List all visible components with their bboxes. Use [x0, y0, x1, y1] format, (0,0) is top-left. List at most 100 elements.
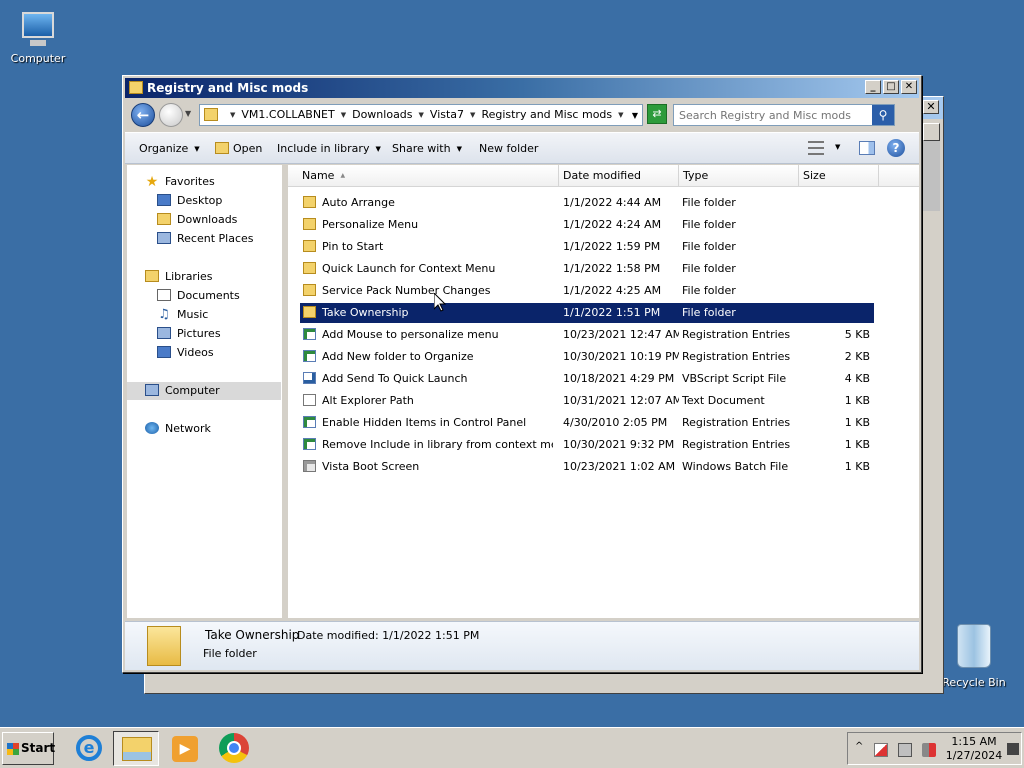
- breadcrumb-item[interactable]: Registry and Misc mods: [481, 105, 612, 125]
- desktop-icon-computer[interactable]: Computer: [0, 10, 76, 65]
- column-header-name[interactable]: Name ▲: [296, 165, 559, 187]
- file-row[interactable]: Add New folder to Organize 10/30/2021 10:…: [300, 347, 874, 367]
- change-view-icon[interactable]: [808, 141, 824, 155]
- back-button[interactable]: ←: [131, 103, 155, 127]
- address-bar[interactable]: ▼ VM1.COLLABNET ▼ Downloads ▼ Vista7 ▼ R…: [199, 104, 643, 126]
- search-icon[interactable]: ⚲: [872, 105, 894, 125]
- nav-music[interactable]: ♫ Music: [127, 306, 281, 324]
- nav-downloads[interactable]: Downloads: [127, 211, 281, 229]
- nav-computer[interactable]: Computer: [127, 382, 281, 400]
- nav-label: Downloads: [177, 213, 238, 226]
- column-header-size[interactable]: Size: [799, 165, 879, 187]
- volume-muted-icon[interactable]: [922, 743, 936, 757]
- file-row[interactable]: Auto Arrange 1/1/2022 4:44 AM File folder: [300, 193, 874, 213]
- search-input[interactable]: [674, 105, 870, 125]
- breadcrumb-item[interactable]: Vista7: [430, 105, 464, 125]
- address-dropdown-icon[interactable]: ▼: [632, 111, 638, 120]
- libraries-icon: [145, 270, 159, 282]
- new-folder-button[interactable]: New folder: [479, 142, 538, 155]
- file-row[interactable]: Personalize Menu 1/1/2022 4:24 AM File fol…: [300, 215, 874, 235]
- file-date-cell: 4/30/2010 2:05 PM: [563, 416, 668, 429]
- desktop-icon-label: Computer: [10, 52, 66, 65]
- close-button[interactable]: ✕: [901, 80, 917, 94]
- file-type-cell: Windows Batch File: [682, 460, 789, 473]
- desktop-icon-recycle-bin[interactable]: Recycle Bin: [940, 624, 1008, 689]
- column-label: Size: [803, 169, 826, 182]
- file-row[interactable]: Service Pack Number Changes 1/1/2022 4:25…: [300, 281, 874, 301]
- file-row[interactable]: Alt Explorer Path 10/31/2021 12:07 AM Text…: [300, 391, 874, 411]
- nav-desktop[interactable]: Desktop: [127, 192, 281, 210]
- clock[interactable]: 1:15 AM 1/27/2024: [944, 735, 1004, 763]
- file-type-cell: Registration Entries: [682, 438, 791, 451]
- action-center-flag-icon[interactable]: [874, 743, 888, 757]
- column-label: Date modified: [563, 169, 641, 182]
- taskbar-windows-explorer[interactable]: [113, 731, 159, 766]
- nav-network[interactable]: Network: [127, 420, 281, 438]
- nav-label: Videos: [177, 346, 214, 359]
- taskbar-internet-explorer[interactable]: e: [64, 731, 110, 766]
- file-row[interactable]: Take Ownership 1/1/2022 1:51 PM File folde…: [300, 303, 874, 323]
- nav-favorites[interactable]: ★ Favorites: [127, 173, 281, 191]
- show-desktop-icon[interactable]: [1007, 743, 1019, 755]
- start-label: Start: [21, 741, 56, 755]
- file-row[interactable]: Enable Hidden Items in Control Panel 4/30…: [300, 413, 874, 433]
- nav-libraries[interactable]: Libraries: [127, 268, 281, 286]
- network-status-icon[interactable]: [898, 743, 912, 757]
- file-name-cell: Service Pack Number Changes: [303, 281, 553, 301]
- refresh-button[interactable]: ⇄: [647, 104, 667, 124]
- breadcrumb-chevron-icon[interactable]: ▼: [335, 105, 352, 125]
- nav-videos[interactable]: Videos: [127, 344, 281, 362]
- breadcrumb-item[interactable]: VM1.COLLABNET: [241, 105, 334, 125]
- show-hidden-icons-icon[interactable]: ^: [855, 741, 863, 752]
- file-name: Enable Hidden Items in Control Panel: [322, 416, 527, 429]
- nav-pictures[interactable]: Pictures: [127, 325, 281, 343]
- file-name: Pin to Start: [322, 240, 384, 253]
- taskbar-chrome[interactable]: [211, 731, 257, 766]
- breadcrumb-chevron-icon[interactable]: ▼: [612, 105, 629, 125]
- maximize-button[interactable]: □: [883, 80, 899, 94]
- nav-documents[interactable]: Documents: [127, 287, 281, 305]
- recent-pages-dropdown[interactable]: ▼: [185, 109, 191, 118]
- title-bar[interactable]: Registry and Misc mods _ □ ✕: [125, 78, 919, 98]
- file-name-cell: Auto Arrange: [303, 193, 553, 213]
- forward-button[interactable]: [159, 103, 183, 127]
- file-row[interactable]: Add Mouse to personalize menu 10/23/2021 …: [300, 325, 874, 345]
- explorer-window: Registry and Misc mods _ □ ✕ ← ▼ ▼ VM1.C…: [122, 75, 922, 673]
- file-row[interactable]: Pin to Start 1/1/2022 1:59 PM File folder: [300, 237, 874, 257]
- column-header-type[interactable]: Type: [679, 165, 799, 187]
- start-button[interactable]: Start: [2, 732, 56, 765]
- file-name-cell: Add New folder to Organize: [303, 347, 553, 367]
- file-row[interactable]: Vista Boot Screen 10/23/2021 1:02 AM Windo…: [300, 457, 874, 477]
- breadcrumb-chevron-icon[interactable]: ▼: [413, 105, 430, 125]
- file-row[interactable]: Quick Launch for Context Menu 1/1/2022 1:…: [300, 259, 874, 279]
- help-icon[interactable]: ?: [887, 139, 905, 157]
- file-list: Name ▲ Date modified Type Size Auto Arran…: [288, 165, 919, 618]
- background-close-button[interactable]: ✕: [923, 100, 939, 114]
- address-bar-row: ← ▼ ▼ VM1.COLLABNET ▼ Downloads ▼ Vista7…: [125, 101, 919, 129]
- file-row[interactable]: Add Send To Quick Launch 10/18/2021 4:29 …: [300, 369, 874, 389]
- file-size-cell: 1 KB: [844, 416, 870, 429]
- organize-button[interactable]: Organize ▼: [139, 142, 200, 155]
- file-size-cell: 2 KB: [844, 350, 870, 363]
- mouse-cursor-icon: [434, 293, 446, 312]
- open-button[interactable]: Open: [215, 142, 262, 155]
- preview-pane-icon[interactable]: [859, 141, 875, 155]
- details-name: Take Ownership: [205, 628, 300, 642]
- minimize-button[interactable]: _: [865, 80, 881, 94]
- file-name-cell: Personalize Menu: [303, 215, 553, 235]
- include-in-library-button[interactable]: Include in library ▼: [277, 142, 381, 155]
- nav-recent-places[interactable]: Recent Places: [127, 230, 281, 248]
- taskbar-media-player[interactable]: ▶: [162, 731, 208, 766]
- include-label: Include in library: [277, 142, 370, 155]
- column-header-date[interactable]: Date modified: [559, 165, 679, 187]
- breadcrumb-item[interactable]: Downloads: [352, 105, 412, 125]
- breadcrumb-chevron-icon[interactable]: ▼: [464, 105, 481, 125]
- file-type-cell: File folder: [682, 284, 736, 297]
- background-search-button[interactable]: [923, 123, 940, 141]
- breadcrumb-chevron-icon[interactable]: ▼: [224, 105, 241, 125]
- view-options-dropdown[interactable]: ▼: [835, 143, 840, 151]
- txt-file-icon: [303, 394, 316, 406]
- background-scrollbar[interactable]: [923, 141, 940, 211]
- file-row[interactable]: Remove Include in library from context m…: [300, 435, 874, 455]
- share-with-button[interactable]: Share with ▼: [392, 142, 462, 155]
